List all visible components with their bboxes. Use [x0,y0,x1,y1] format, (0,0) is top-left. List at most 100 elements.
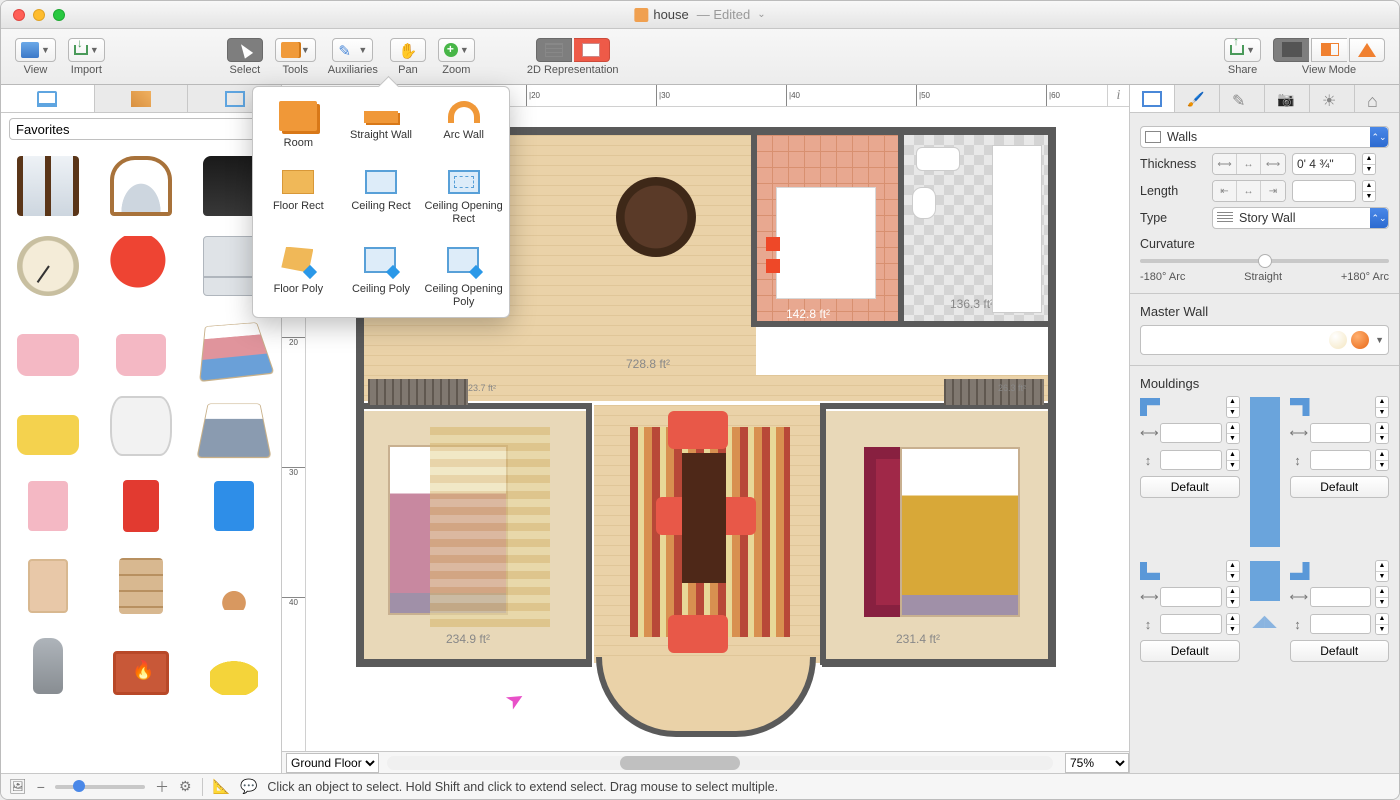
object-type-select[interactable]: Walls ⌃⌄ [1140,126,1389,148]
length-mode-segment[interactable]: ⇤↔⇥ [1212,180,1286,202]
moulding-stepper[interactable]: ▲▼ [1375,613,1389,635]
tool-ceiling-opening-poly[interactable]: Ceiling Opening Poly [424,247,503,310]
floor-select[interactable]: Ground Floor [286,753,379,773]
library-item[interactable] [3,549,94,623]
library-item[interactable] [96,469,187,543]
moulding-stepper[interactable]: ▲▼ [1375,560,1389,582]
moulding-width-field[interactable] [1160,587,1222,607]
thickness-stepper[interactable]: ▲▼ [1362,153,1376,175]
moulding-stepper[interactable]: ▲▼ [1375,449,1389,471]
tool-straight-wall[interactable]: Straight Wall [342,101,421,150]
rep-2d-hatch-button[interactable] [536,38,572,62]
chat-icon[interactable]: 💬 [240,778,257,795]
viewmode-3d-button[interactable] [1349,38,1385,62]
auxiliaries-button[interactable]: ▼ [332,38,373,62]
window-title[interactable]: house — Edited ⌄ [634,7,765,22]
swatch-orange[interactable] [1351,331,1369,349]
info-icon[interactable]: i [1107,85,1129,106]
library-tab-furniture[interactable] [1,85,95,112]
moulding-stepper[interactable]: ▲▼ [1375,586,1389,608]
library-item[interactable] [188,389,279,463]
window-close[interactable] [13,9,25,21]
zoom-select[interactable]: 75% [1065,753,1129,773]
library-category-select[interactable]: Favorites [1,113,281,145]
moulding-height-field[interactable] [1160,450,1222,470]
moulding-width-field[interactable] [1310,423,1372,443]
wall-type-select[interactable]: Story Wall ⌃⌄ [1212,207,1389,229]
select-button[interactable] [227,38,263,62]
master-wall-swatches[interactable]: ▼ [1140,325,1389,355]
moulding-height-field[interactable] [1160,614,1222,634]
horizontal-scrollbar[interactable] [387,756,1053,770]
library-item[interactable] [3,629,94,703]
image-icon[interactable]: 🖼 [9,778,27,795]
gear-icon[interactable]: ⚙ [179,778,192,795]
library-item[interactable] [188,549,279,623]
moulding-stepper[interactable]: ▲▼ [1226,422,1240,444]
length-field[interactable] [1292,180,1356,202]
thickness-align-segment[interactable]: ⟷↔⟷ [1212,153,1286,175]
tool-floor-rect[interactable]: Floor Rect [259,170,338,226]
library-item[interactable] [188,309,279,383]
library-item[interactable] [96,549,187,623]
inspector-tab-house[interactable] [1355,85,1399,112]
library-item[interactable] [96,149,187,223]
inspector-tab-paint[interactable] [1175,85,1220,112]
library-item[interactable] [188,629,279,703]
view-button[interactable]: ▼ [15,38,56,62]
zoom-slider[interactable] [55,785,145,789]
tool-ceiling-rect[interactable]: Ceiling Rect [342,170,421,226]
moulding-stepper[interactable]: ▲▼ [1226,613,1240,635]
mirror-icon[interactable]: ◢◣ [1252,611,1277,631]
zoom-button[interactable]: ▼ [438,38,475,62]
thickness-field[interactable]: 0' 4 ¾" [1292,153,1356,175]
share-button[interactable]: ▼ [1224,38,1261,62]
inspector-tab-geometry[interactable] [1130,85,1175,112]
moulding-stepper[interactable]: ▲▼ [1375,422,1389,444]
viewmode-split-button[interactable] [1311,38,1347,62]
tools-button[interactable]: ▼ [275,38,316,62]
window-zoom[interactable] [53,9,65,21]
inspector-tab-camera[interactable] [1265,85,1310,112]
tool-floor-poly[interactable]: Floor Poly [259,247,338,310]
chevron-down-icon[interactable]: ▼ [1375,335,1384,345]
measure-icon[interactable]: 📐 [213,778,230,795]
category-select[interactable]: Favorites [9,118,273,140]
moulding-default-button[interactable]: Default [1140,640,1240,662]
library-item[interactable] [188,469,279,543]
pan-button[interactable] [390,38,426,62]
moulding-stepper[interactable]: ▲▼ [1226,449,1240,471]
curvature-slider[interactable] [1140,259,1389,263]
library-item[interactable] [3,309,94,383]
library-item[interactable] [3,149,94,223]
tool-ceiling-opening-rect[interactable]: Ceiling Opening Rect [424,170,503,226]
tool-arc-wall[interactable]: Arc Wall [424,101,503,150]
rep-2d-color-button[interactable] [574,38,610,62]
zoom-out-icon[interactable]: − [37,779,45,795]
window-minimize[interactable] [33,9,45,21]
moulding-height-field[interactable] [1310,450,1372,470]
moulding-default-button[interactable]: Default [1290,640,1390,662]
inspector-tab-pencil[interactable] [1220,85,1265,112]
library-item[interactable] [96,389,187,463]
library-item[interactable] [96,629,187,703]
tool-room[interactable]: Room [259,101,338,150]
library-item[interactable] [96,229,187,303]
moulding-stepper[interactable]: ▲▼ [1226,586,1240,608]
inspector-tab-sun[interactable] [1310,85,1355,112]
moulding-width-field[interactable] [1160,423,1222,443]
moulding-default-button[interactable]: Default [1290,476,1390,498]
moulding-default-button[interactable]: Default [1140,476,1240,498]
moulding-stepper[interactable]: ▲▼ [1226,560,1240,582]
import-button[interactable]: ▼ [68,38,105,62]
tool-ceiling-poly[interactable]: Ceiling Poly [342,247,421,310]
moulding-width-field[interactable] [1310,587,1372,607]
length-stepper[interactable]: ▲▼ [1362,180,1376,202]
library-item[interactable] [3,229,94,303]
moulding-stepper[interactable]: ▲▼ [1375,396,1389,418]
library-tab-materials[interactable] [95,85,189,112]
viewmode-2d-button[interactable] [1273,38,1309,62]
moulding-stepper[interactable]: ▲▼ [1226,396,1240,418]
library-item[interactable] [96,309,187,383]
swatch-cream[interactable] [1329,331,1347,349]
